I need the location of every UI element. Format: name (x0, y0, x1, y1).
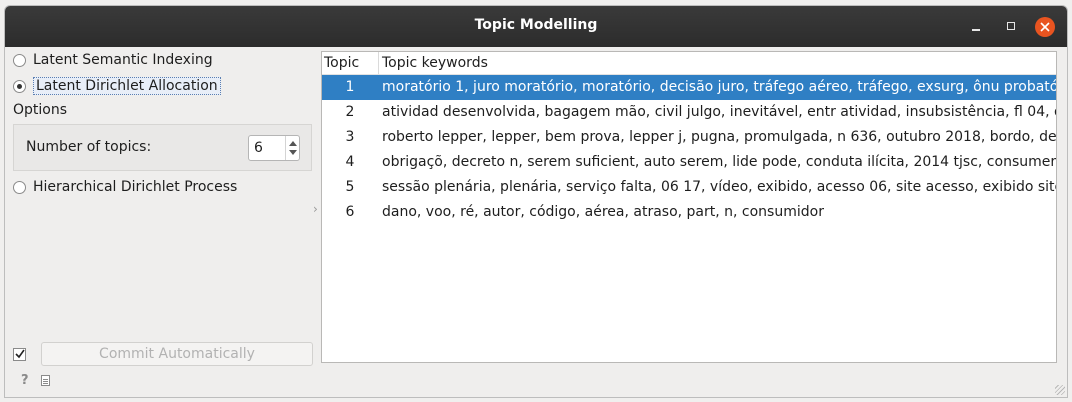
lsi-label: Latent Semantic Indexing (33, 52, 213, 68)
hdp-label: Hierarchical Dirichlet Process (33, 179, 238, 195)
hdp-radio[interactable] (13, 180, 26, 194)
commit-auto-checkbox[interactable] (13, 348, 26, 361)
resize-grip-icon[interactable] (1055, 385, 1065, 395)
header-divider (378, 52, 379, 74)
commit-button[interactable]: Commit Automatically (41, 342, 313, 366)
topic-number: 2 (345, 104, 355, 120)
table-row[interactable]: 3 roberto lepper, lepper, bem prova, lep… (322, 125, 1056, 150)
options-title: Options (13, 102, 68, 118)
lsi-radio[interactable] (13, 53, 26, 67)
close-button[interactable] (1035, 17, 1055, 37)
table-header: Topic Topic keywords (322, 52, 1056, 75)
table-row[interactable]: 2 atividad desenvolvida, bagagem mão, ci… (322, 100, 1056, 125)
topic-number: 6 (345, 204, 355, 220)
topic-number: 5 (345, 179, 355, 195)
spin-down-icon[interactable] (289, 150, 297, 155)
spin-up-icon[interactable] (289, 141, 297, 146)
method-lda-option[interactable]: Latent Dirichlet Allocation (13, 75, 221, 97)
table-row[interactable]: 4 obrigaçõ, decreto n, serem suficient, … (322, 150, 1056, 175)
topics-table[interactable]: Topic Topic keywords 1 moratório 1, juro… (321, 51, 1057, 363)
table-row[interactable]: 6 dano, voo, ré, autor, código, aérea, a… (322, 200, 1056, 225)
num-topics-spinbox[interactable]: 6 (248, 135, 300, 161)
question-icon[interactable]: ? (21, 373, 29, 388)
close-icon (1040, 22, 1050, 32)
topic-keywords: roberto lepper, lepper, bem prova, leppe… (382, 129, 1057, 145)
spin-arrows[interactable] (285, 136, 299, 160)
splitter-handle-icon[interactable]: › (313, 202, 318, 216)
column-header-keywords[interactable]: Topic keywords (382, 55, 488, 71)
topic-number: 4 (345, 154, 355, 170)
report-icon[interactable] (41, 375, 50, 386)
maximize-button[interactable] (1003, 18, 1021, 36)
method-lsi-option[interactable]: Latent Semantic Indexing (13, 49, 213, 71)
num-topics-value[interactable]: 6 (254, 140, 263, 156)
topic-keywords: sessão plenária, plenária, serviço falta… (382, 179, 1057, 195)
topic-number: 3 (345, 129, 355, 145)
options-group: Number of topics: 6 (13, 124, 312, 171)
table-row[interactable]: 5 sessão plenária, plenária, serviço fal… (322, 175, 1056, 200)
lda-label: Latent Dirichlet Allocation (33, 77, 221, 95)
topic-number: 1 (345, 79, 355, 95)
topic-modelling-window: Topic Modelling Latent Semantic Indexing… (4, 5, 1068, 398)
method-hdp-option[interactable]: Hierarchical Dirichlet Process (13, 176, 237, 198)
topic-keywords: atividad desenvolvida, bagagem mão, civi… (382, 104, 1057, 120)
topic-keywords: dano, voo, ré, autor, código, aérea, atr… (382, 204, 824, 220)
topic-keywords: obrigaçõ, decreto n, serem suficient, au… (382, 154, 1057, 170)
titlebar: Topic Modelling (5, 6, 1067, 47)
topic-keywords: moratório 1, juro moratório, moratório, … (382, 79, 1057, 95)
lda-radio[interactable] (13, 79, 26, 93)
checkmark-icon (15, 349, 25, 359)
table-row[interactable]: 1 moratório 1, juro moratório, moratório… (322, 75, 1056, 100)
minimize-button[interactable] (967, 18, 985, 36)
column-header-topic[interactable]: Topic (324, 55, 359, 71)
num-topics-label: Number of topics: (26, 139, 152, 155)
window-title: Topic Modelling (474, 17, 598, 33)
